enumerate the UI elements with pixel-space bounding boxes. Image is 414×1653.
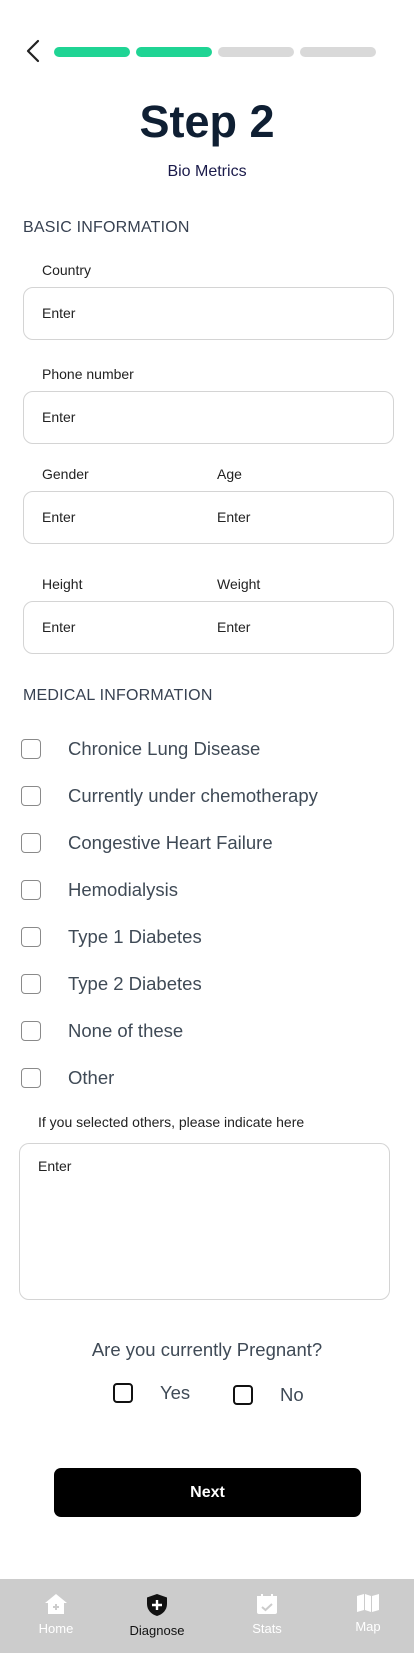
pregnant-no-option[interactable]: No <box>233 1384 304 1406</box>
other-note: If you selected others, please indicate … <box>38 1114 305 1130</box>
checkbox[interactable] <box>21 786 41 806</box>
condition-label: Hemodialysis <box>68 879 179 900</box>
checkbox[interactable] <box>21 833 41 853</box>
other-textarea[interactable]: Enter <box>19 1143 390 1300</box>
progress-segment-4 <box>300 47 376 57</box>
next-button[interactable]: Next <box>54 1468 361 1517</box>
checkbox[interactable] <box>21 1021 41 1041</box>
nav-map-label: Map <box>355 1619 381 1634</box>
condition-checkbox-row[interactable]: Congestive Heart Failure <box>21 832 273 854</box>
yes-label: Yes <box>160 1382 191 1403</box>
condition-checkbox-row[interactable]: Type 2 Diabetes <box>21 973 202 995</box>
weight-field[interactable]: Enter <box>199 602 394 653</box>
no-label: No <box>280 1384 304 1405</box>
gender-placeholder: Enter <box>42 509 76 525</box>
map-icon <box>357 1594 379 1612</box>
progress-segment-3 <box>218 47 294 57</box>
other-placeholder: Enter <box>38 1158 72 1174</box>
gender-field[interactable]: Enter <box>24 492 199 543</box>
checkbox[interactable] <box>21 1068 41 1088</box>
weight-placeholder: Enter <box>217 619 251 635</box>
step-progress <box>54 47 376 57</box>
shield-plus-icon <box>147 1594 167 1616</box>
condition-label: Type 2 Diabetes <box>68 973 202 994</box>
condition-checkbox-row[interactable]: Type 1 Diabetes <box>21 926 202 948</box>
checkbox[interactable] <box>21 927 41 947</box>
age-placeholder: Enter <box>217 509 251 525</box>
condition-checkbox-row[interactable]: Other <box>21 1067 114 1089</box>
page-title: Step 2 <box>139 96 275 147</box>
chevron-left-icon <box>26 39 40 63</box>
nav-home-label: Home <box>38 1621 74 1636</box>
condition-label: Type 1 Diabetes <box>68 926 202 947</box>
checkbox[interactable] <box>21 974 41 994</box>
condition-label: Currently under chemotherapy <box>68 785 318 806</box>
pregnancy-question: Are you currently Pregnant? <box>91 1339 323 1360</box>
page-subtitle: Bio Metrics <box>167 163 247 180</box>
yes-checkbox[interactable] <box>113 1383 133 1403</box>
age-field[interactable]: Enter <box>199 492 394 543</box>
condition-checkbox-row[interactable]: None of these <box>21 1020 183 1042</box>
basic-info-heading: BASIC INFORMATION <box>23 219 190 236</box>
checkbox[interactable] <box>21 739 41 759</box>
country-label: Country <box>42 262 92 278</box>
condition-checkbox-row[interactable]: Chronice Lung Disease <box>21 738 260 760</box>
condition-checkbox-row[interactable]: Currently under chemotherapy <box>21 785 318 807</box>
home-icon <box>45 1594 67 1614</box>
gender-age-group: Enter Enter <box>23 491 394 544</box>
phone-label: Phone number <box>42 366 134 382</box>
progress-segment-2 <box>136 47 212 57</box>
progress-segment-1 <box>54 47 130 57</box>
nav-diagnose[interactable]: Diagnose <box>127 1593 187 1638</box>
calendar-check-icon <box>257 1594 277 1614</box>
pregnant-yes-option[interactable]: Yes <box>113 1382 190 1404</box>
country-field[interactable]: Enter <box>23 287 394 340</box>
nav-stats-label: Stats <box>252 1621 282 1636</box>
height-field[interactable]: Enter <box>24 602 199 653</box>
height-placeholder: Enter <box>42 619 76 635</box>
no-checkbox[interactable] <box>233 1385 253 1405</box>
country-placeholder: Enter <box>42 305 76 321</box>
height-weight-group: Enter Enter <box>23 601 394 654</box>
age-label: Age <box>217 466 242 482</box>
nav-stats[interactable]: Stats <box>245 1593 289 1636</box>
condition-checkbox-row[interactable]: Hemodialysis <box>21 879 178 901</box>
height-label: Height <box>42 576 83 592</box>
nav-map[interactable]: Map <box>346 1593 390 1634</box>
gender-label: Gender <box>42 466 89 482</box>
checkbox[interactable] <box>21 880 41 900</box>
condition-label: Congestive Heart Failure <box>68 832 273 853</box>
phone-field[interactable]: Enter <box>23 391 394 444</box>
medical-info-heading: MEDICAL INFORMATION <box>23 687 213 704</box>
nav-home[interactable]: Home <box>32 1593 80 1636</box>
nav-diagnose-label: Diagnose <box>129 1623 185 1638</box>
bottom-nav: Home Diagnose Stats Map <box>0 1579 414 1653</box>
back-button[interactable] <box>20 38 46 64</box>
condition-label: None of these <box>68 1020 184 1041</box>
phone-placeholder: Enter <box>42 409 76 425</box>
weight-label: Weight <box>217 576 261 592</box>
condition-label: Chronice Lung Disease <box>68 738 261 759</box>
condition-label: Other <box>68 1067 115 1088</box>
